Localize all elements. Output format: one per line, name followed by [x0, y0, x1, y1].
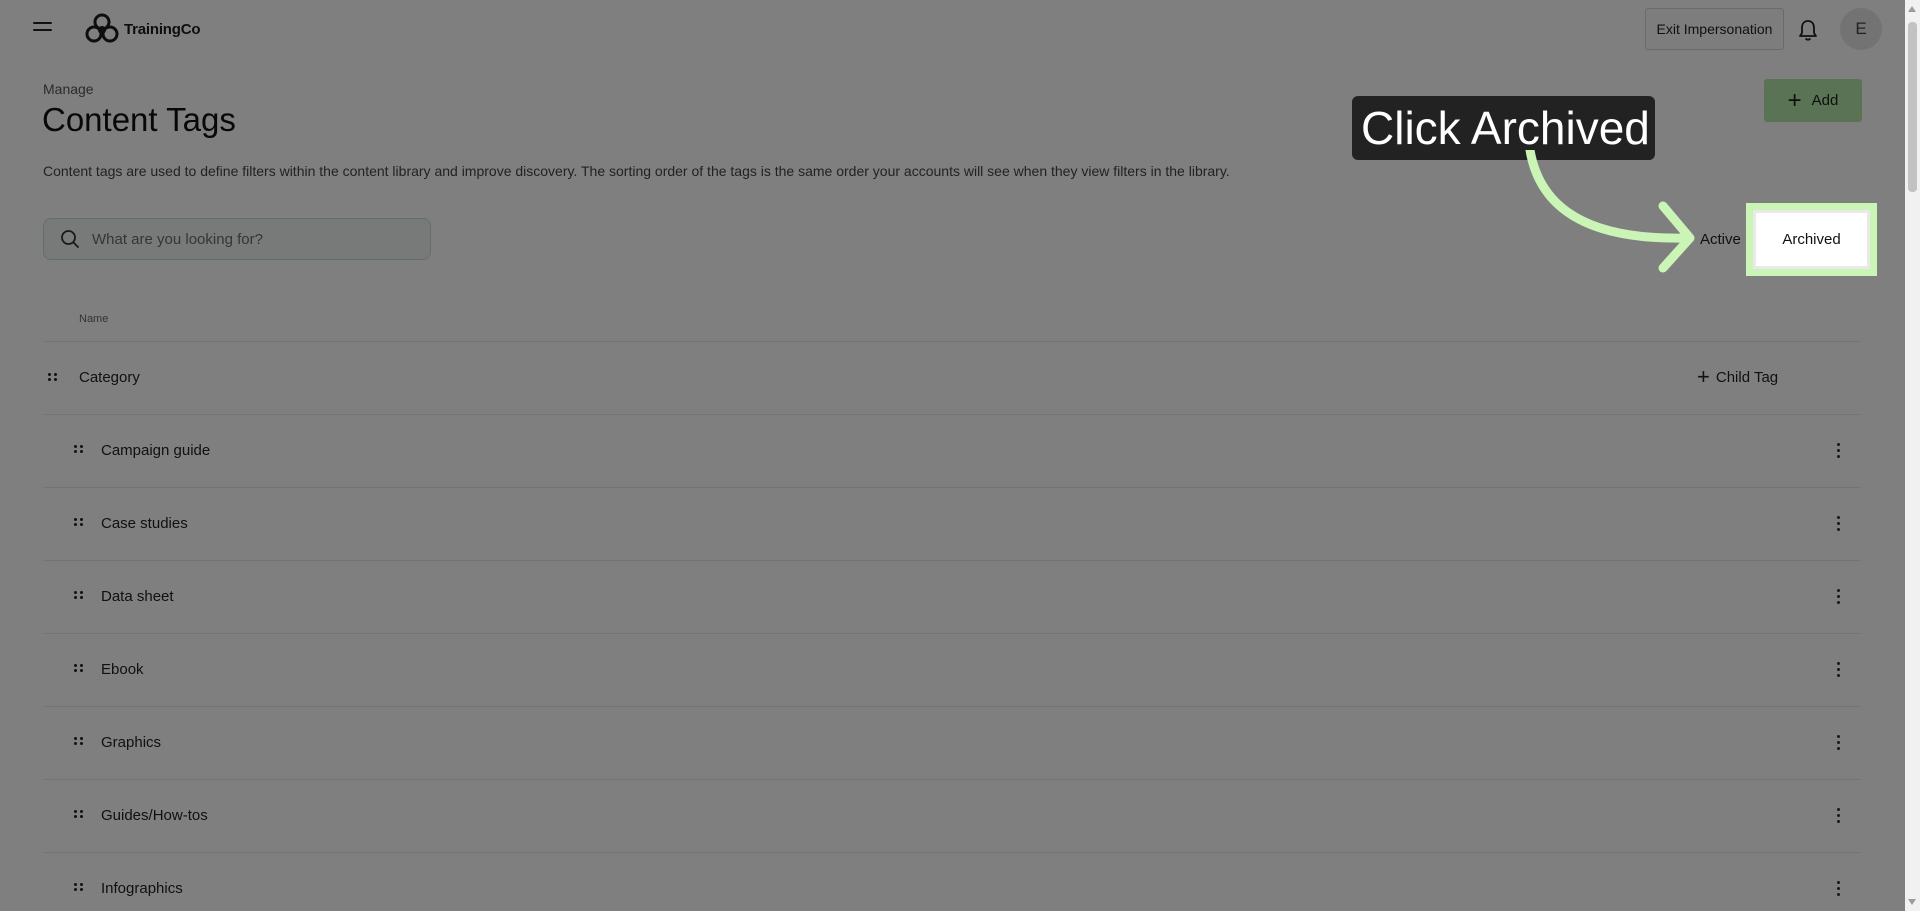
page-title: Content Tags: [42, 101, 236, 138]
tab-active[interactable]: Active: [1700, 226, 1750, 252]
drag-handle-icon[interactable]: [74, 882, 86, 895]
tag-row-label[interactable]: Campaign guide: [101, 442, 210, 459]
drag-handle-icon[interactable]: [74, 809, 86, 822]
add-button[interactable]: + Add: [1764, 79, 1862, 122]
drag-handle-icon[interactable]: [48, 373, 60, 385]
divider: [43, 779, 1861, 780]
column-header-name: Name: [79, 313, 109, 325]
add-child-tag-button[interactable]: + Child Tag: [1697, 366, 1778, 388]
tag-row-label[interactable]: Guides/How-tos: [101, 807, 208, 824]
divider: [43, 487, 1861, 488]
exit-impersonation-button[interactable]: Exit Impersonation: [1645, 8, 1784, 50]
divider: [43, 341, 1861, 342]
avatar[interactable]: E: [1840, 8, 1882, 50]
brand-name: TrainingCo: [124, 20, 201, 38]
divider: [43, 852, 1861, 853]
breadcrumb: Manage: [43, 81, 94, 97]
child-tag-label: Child Tag: [1715, 368, 1779, 386]
tag-parent-category[interactable]: Category: [79, 369, 140, 386]
divider: [43, 560, 1861, 561]
scrollbar[interactable]: [1905, 0, 1920, 911]
tab-archived-highlight[interactable]: Archived: [1746, 203, 1877, 276]
plus-icon: +: [1697, 364, 1710, 389]
scroll-up-icon[interactable]: [1908, 6, 1916, 12]
tab-archived-highlight-label: Archived: [1753, 210, 1870, 269]
bell-icon[interactable]: [1797, 18, 1819, 42]
drag-handle-icon[interactable]: [74, 517, 86, 530]
kebab-menu-icon[interactable]: [1831, 586, 1847, 608]
kebab-menu-icon[interactable]: [1831, 878, 1847, 900]
drag-handle-icon[interactable]: [74, 444, 86, 457]
divider: [43, 706, 1861, 707]
logo[interactable]: TrainingCo: [84, 12, 201, 46]
tag-row-label[interactable]: Case studies: [101, 515, 188, 532]
top-bar: TrainingCo Exit Impersonation E: [0, 0, 1905, 60]
kebab-menu-icon[interactable]: [1831, 513, 1847, 535]
scroll-down-icon[interactable]: [1908, 899, 1916, 905]
tag-row-label[interactable]: Data sheet: [101, 588, 174, 605]
tag-row-label[interactable]: Ebook: [101, 661, 144, 678]
drag-handle-icon[interactable]: [74, 663, 86, 676]
tutorial-tooltip: Click Archived: [1352, 96, 1655, 160]
divider: [43, 633, 1861, 634]
kebab-menu-icon[interactable]: [1831, 732, 1847, 754]
add-button-label: Add: [1811, 92, 1839, 109]
tag-row-label[interactable]: Infographics: [101, 880, 183, 897]
drag-handle-icon[interactable]: [74, 736, 86, 749]
kebab-menu-icon[interactable]: [1831, 440, 1847, 462]
kebab-menu-icon[interactable]: [1831, 659, 1847, 681]
page-description: Content tags are used to define filters …: [43, 163, 1230, 179]
search-input[interactable]: [90, 229, 424, 249]
kebab-menu-icon[interactable]: [1831, 805, 1847, 827]
tag-row-label[interactable]: Graphics: [101, 734, 161, 751]
hamburger-icon[interactable]: [33, 22, 52, 38]
plus-icon: +: [1787, 86, 1802, 114]
divider: [43, 414, 1861, 415]
search-icon: [61, 230, 79, 248]
search-box: [43, 218, 431, 260]
arrow-icon: [1525, 150, 1695, 273]
scroll-thumb[interactable]: [1908, 22, 1917, 192]
logo-icon: [85, 13, 119, 43]
drag-handle-icon[interactable]: [74, 590, 86, 603]
